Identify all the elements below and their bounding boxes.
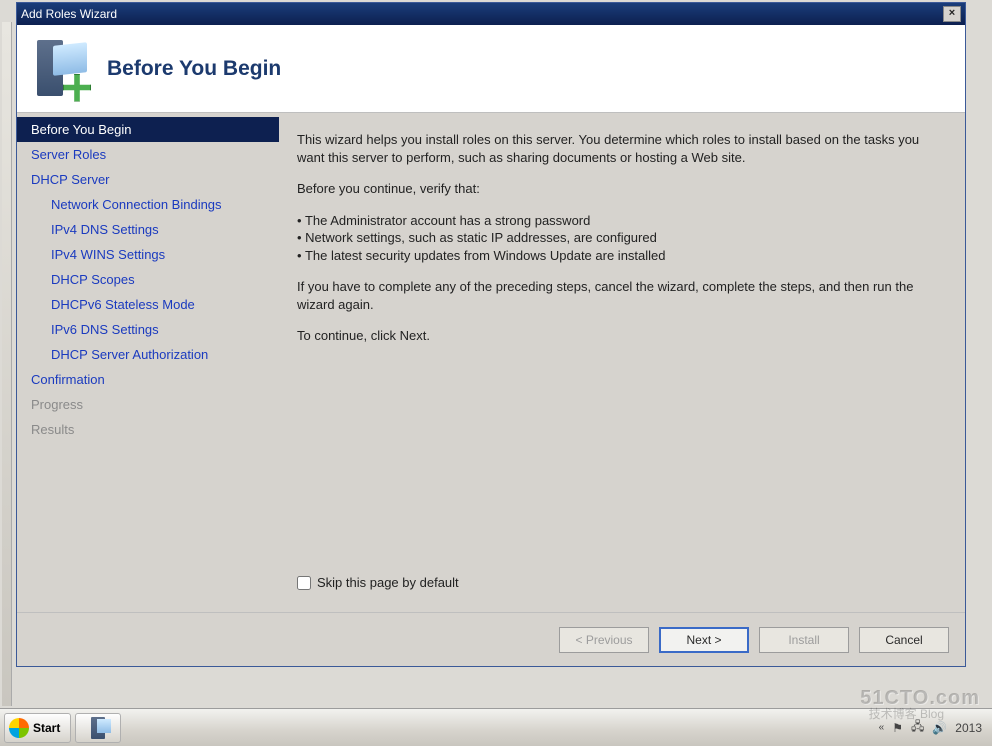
server-manager-icon <box>91 717 105 739</box>
close-button[interactable]: × <box>943 6 961 22</box>
tray-clock-year[interactable]: 2013 <box>955 721 982 735</box>
wizard-steps-sidebar: Before You Begin Server Roles DHCP Serve… <box>17 113 279 612</box>
header-band: Before You Begin <box>17 25 965 113</box>
sidebar-item-ipv6-dns-settings[interactable]: IPv6 DNS Settings <box>17 317 279 342</box>
start-label: Start <box>33 721 60 735</box>
sidebar-item-ipv4-dns-settings[interactable]: IPv4 DNS Settings <box>17 217 279 242</box>
titlebar[interactable]: Add Roles Wizard × <box>17 3 965 25</box>
windows-orb-icon <box>9 718 29 738</box>
sidebar-item-progress: Progress <box>17 392 279 417</box>
install-button: Install <box>759 627 849 653</box>
start-button[interactable]: Start <box>4 713 71 743</box>
bullet-admin-password: The Administrator account has a strong p… <box>297 212 945 230</box>
wizard-footer: < Previous Next > Install Cancel <box>17 612 965 666</box>
sidebar-item-ipv4-wins-settings[interactable]: IPv4 WINS Settings <box>17 242 279 267</box>
taskbar[interactable]: Start « ⚑ 🖧 🔊 2013 <box>0 708 992 746</box>
wizard-content: This wizard helps you install roles on t… <box>279 113 965 612</box>
window-title: Add Roles Wizard <box>21 7 117 21</box>
next-button[interactable]: Next > <box>659 627 749 653</box>
previous-button: < Previous <box>559 627 649 653</box>
system-tray[interactable]: « ⚑ 🖧 🔊 2013 <box>879 717 988 738</box>
add-roles-wizard-window: Add Roles Wizard × Before You Begin Befo… <box>16 2 966 667</box>
continue-hint-text: To continue, click Next. <box>297 327 945 345</box>
verify-bullet-list: The Administrator account has a strong p… <box>297 212 945 265</box>
sidebar-item-network-connection-bindings[interactable]: Network Connection Bindings <box>17 192 279 217</box>
sidebar-item-dhcpv6-stateless-mode[interactable]: DHCPv6 Stateless Mode <box>17 292 279 317</box>
sidebar-item-dhcp-server[interactable]: DHCP Server <box>17 167 279 192</box>
sidebar-item-confirmation[interactable]: Confirmation <box>17 367 279 392</box>
bullet-network-settings: Network settings, such as static IP addr… <box>297 229 945 247</box>
intro-text: This wizard helps you install roles on t… <box>297 131 945 166</box>
sidebar-item-dhcp-server-authorization[interactable]: DHCP Server Authorization <box>17 342 279 367</box>
cancel-button[interactable]: Cancel <box>859 627 949 653</box>
skip-page-row: Skip this page by default <box>297 574 945 602</box>
skip-page-label: Skip this page by default <box>317 574 459 592</box>
tray-flag-icon[interactable]: ⚑ <box>892 721 903 735</box>
tray-show-hidden-icon[interactable]: « <box>879 722 885 733</box>
sidebar-item-before-you-begin[interactable]: Before You Begin <box>17 117 279 142</box>
taskbar-server-manager-icon[interactable] <box>75 713 121 743</box>
page-title: Before You Begin <box>107 57 281 81</box>
skip-page-checkbox[interactable] <box>297 576 311 590</box>
verify-heading: Before you continue, verify that: <box>297 180 945 198</box>
tray-network-icon[interactable]: 🖧 <box>911 717 924 738</box>
sidebar-item-server-roles[interactable]: Server Roles <box>17 142 279 167</box>
sidebar-item-results: Results <box>17 417 279 442</box>
background-scrollbar[interactable] <box>2 22 12 706</box>
bullet-security-updates: The latest security updates from Windows… <box>297 247 945 265</box>
cancel-hint-text: If you have to complete any of the prece… <box>297 278 945 313</box>
wizard-body: Before You Begin Server Roles DHCP Serve… <box>17 113 965 612</box>
server-add-role-icon <box>33 38 89 100</box>
sidebar-item-dhcp-scopes[interactable]: DHCP Scopes <box>17 267 279 292</box>
tray-volume-icon[interactable]: 🔊 <box>932 721 947 735</box>
